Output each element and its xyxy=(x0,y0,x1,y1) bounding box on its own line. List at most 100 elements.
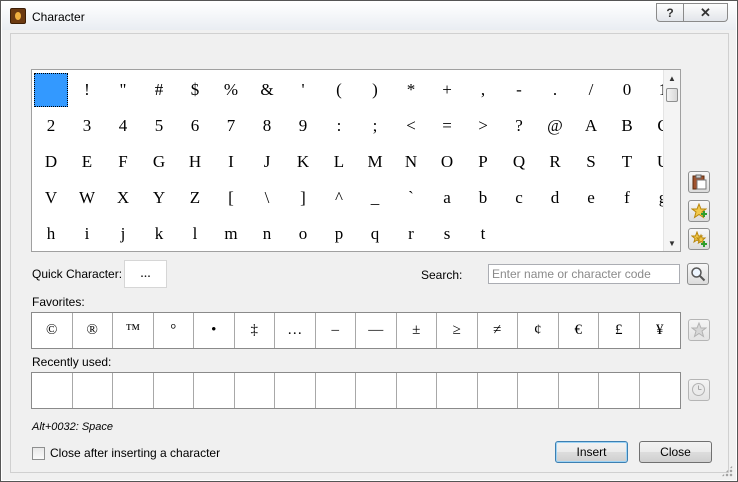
character-cell[interactable]: W xyxy=(69,180,105,216)
favorite-cell[interactable]: ≥ xyxy=(437,313,478,348)
character-cell[interactable]: o xyxy=(285,216,321,251)
character-cell[interactable]: r xyxy=(393,216,429,251)
character-cell[interactable]: 4 xyxy=(105,108,141,144)
character-cell[interactable]: " xyxy=(105,72,141,108)
character-cell[interactable]: t xyxy=(465,216,501,251)
character-cell[interactable]: + xyxy=(429,72,465,108)
character-cell[interactable]: q xyxy=(357,216,393,251)
character-cell[interactable]: k xyxy=(141,216,177,251)
character-cell[interactable]: 3 xyxy=(69,108,105,144)
character-cell[interactable]: R xyxy=(537,144,573,180)
favorite-cell[interactable]: • xyxy=(194,313,235,348)
character-cell[interactable]: A xyxy=(573,108,609,144)
recent-cell[interactable] xyxy=(154,373,194,408)
character-cell[interactable]: K xyxy=(285,144,321,180)
scroll-up-arrow-icon[interactable]: ▲ xyxy=(664,70,680,86)
character-cell[interactable]: 6 xyxy=(177,108,213,144)
character-cell[interactable]: 8 xyxy=(249,108,285,144)
character-cell[interactable]: T xyxy=(609,144,645,180)
scroll-down-arrow-icon[interactable]: ▼ xyxy=(664,235,680,251)
character-cell[interactable]: $ xyxy=(177,72,213,108)
character-cell[interactable]: V xyxy=(33,180,69,216)
character-cell[interactable]: / xyxy=(573,72,609,108)
character-cell[interactable]: - xyxy=(501,72,537,108)
character-cell[interactable]: f xyxy=(609,180,645,216)
character-cell[interactable]: ` xyxy=(393,180,429,216)
character-cell[interactable]: 9 xyxy=(285,108,321,144)
character-cell[interactable]: F xyxy=(105,144,141,180)
character-cell[interactable]: Z xyxy=(177,180,213,216)
recent-cell[interactable] xyxy=(559,373,599,408)
character-cell[interactable]: b xyxy=(465,180,501,216)
character-cell[interactable]: ( xyxy=(321,72,357,108)
grid-scrollbar[interactable]: ▲ ▼ xyxy=(663,70,680,251)
add-to-favorites-button[interactable] xyxy=(688,200,710,222)
favorite-cell[interactable]: ° xyxy=(154,313,194,348)
character-cell[interactable]: ' xyxy=(285,72,321,108)
character-cell[interactable]: ^ xyxy=(321,180,357,216)
help-button[interactable]: ? xyxy=(656,3,684,22)
character-cell[interactable]: n xyxy=(249,216,285,251)
character-cell[interactable]: h xyxy=(33,216,69,251)
recent-cell[interactable] xyxy=(356,373,397,408)
favorite-cell[interactable]: — xyxy=(356,313,397,348)
character-cell[interactable]: ! xyxy=(69,72,105,108)
character-cell[interactable]: = xyxy=(429,108,465,144)
search-button[interactable] xyxy=(687,263,709,285)
favorite-cell[interactable]: … xyxy=(275,313,316,348)
character-cell[interactable]: c xyxy=(501,180,537,216)
character-cell[interactable]: , xyxy=(465,72,501,108)
character-cell[interactable]: J xyxy=(249,144,285,180)
character-cell[interactable]: ; xyxy=(357,108,393,144)
add-all-to-favorites-button[interactable] xyxy=(688,228,710,250)
character-cell[interactable]: P xyxy=(465,144,501,180)
copy-to-clipboard-button[interactable] xyxy=(688,171,710,193)
favorite-cell[interactable]: ¥ xyxy=(640,313,681,348)
close-after-insert-label[interactable]: Close after inserting a character xyxy=(50,446,220,460)
recent-cell[interactable] xyxy=(32,373,73,408)
favorite-cell[interactable]: ® xyxy=(73,313,113,348)
character-cell[interactable]: I xyxy=(213,144,249,180)
character-cell[interactable]: j xyxy=(105,216,141,251)
scroll-thumb[interactable] xyxy=(666,88,678,102)
recent-cell[interactable] xyxy=(275,373,316,408)
character-cell[interactable]: * xyxy=(393,72,429,108)
character-cell[interactable]: S xyxy=(573,144,609,180)
character-cell[interactable]: p xyxy=(321,216,357,251)
remove-favorite-button[interactable] xyxy=(688,319,710,341)
character-cell[interactable]: @ xyxy=(537,108,573,144)
character-cell[interactable]: 7 xyxy=(213,108,249,144)
character-cell[interactable]: ? xyxy=(501,108,537,144)
character-cell[interactable]: _ xyxy=(357,180,393,216)
favorite-cell[interactable]: © xyxy=(32,313,73,348)
character-cell[interactable]: B xyxy=(609,108,645,144)
recent-cell[interactable] xyxy=(235,373,275,408)
recent-cell[interactable] xyxy=(518,373,559,408)
character-cell[interactable]: 5 xyxy=(141,108,177,144)
recent-cell[interactable] xyxy=(316,373,356,408)
character-cell[interactable]: a xyxy=(429,180,465,216)
window-close-button[interactable]: ✕ xyxy=(684,3,728,22)
favorite-cell[interactable]: ± xyxy=(397,313,437,348)
recent-cell[interactable] xyxy=(437,373,478,408)
character-cell[interactable]: G xyxy=(141,144,177,180)
character-cell[interactable]: ] xyxy=(285,180,321,216)
recent-cell[interactable] xyxy=(397,373,437,408)
character-cell[interactable]: Q xyxy=(501,144,537,180)
close-after-insert-checkbox[interactable] xyxy=(32,447,45,460)
favorite-cell[interactable]: ≠ xyxy=(478,313,518,348)
character-cell[interactable]: e xyxy=(573,180,609,216)
character-cell[interactable]: % xyxy=(213,72,249,108)
character-cell[interactable]: ) xyxy=(357,72,393,108)
recent-cell[interactable] xyxy=(478,373,518,408)
character-cell[interactable]: E xyxy=(69,144,105,180)
character-cell[interactable]: s xyxy=(429,216,465,251)
character-cell[interactable]: [ xyxy=(213,180,249,216)
favorite-cell[interactable]: ‡ xyxy=(235,313,275,348)
character-cell[interactable]: d xyxy=(537,180,573,216)
favorite-cell[interactable]: £ xyxy=(599,313,640,348)
character-cell[interactable]: 2 xyxy=(33,108,69,144)
character-cell[interactable]: l xyxy=(177,216,213,251)
character-cell[interactable]: H xyxy=(177,144,213,180)
character-cell[interactable]: < xyxy=(393,108,429,144)
